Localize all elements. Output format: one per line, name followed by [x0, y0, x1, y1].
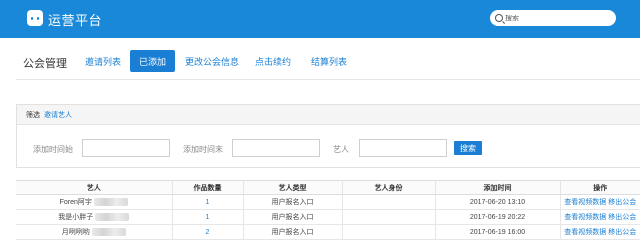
artist-type: 用户报名入口 — [243, 194, 343, 210]
search-box[interactable] — [490, 10, 616, 26]
artist-cell: 月咧咧哟 — [16, 224, 173, 240]
actions-cell: 查看视频数据 移出公会 — [560, 194, 640, 210]
remove-from-guild-link[interactable]: 移出公会 — [608, 214, 636, 221]
logo-icon — [27, 10, 43, 26]
app-brand: 运营平台 — [48, 13, 103, 28]
added-time: 2017-06-19 16:00 — [435, 224, 561, 240]
blurred-id — [91, 228, 126, 237]
artist-identity — [342, 224, 436, 240]
actions-cell: 查看视频数据 移出公会 — [560, 209, 640, 225]
search-icon — [495, 14, 503, 22]
col-added-time[interactable]: 添加时间 — [435, 180, 561, 195]
artist-identity — [342, 209, 436, 225]
blurred-id — [93, 198, 128, 207]
view-video-data-link[interactable]: 查看视频数据 — [564, 214, 606, 221]
artist-name: 我是小胖子 — [58, 214, 94, 221]
artist-label: 艺人 — [333, 145, 349, 154]
works-count[interactable]: 1 — [172, 194, 244, 210]
page-title: 公会管理 — [23, 58, 67, 70]
col-actions: 操作 — [560, 180, 640, 195]
search-button[interactable]: 搜索 — [454, 141, 482, 155]
invite-artist-link[interactable]: 邀请艺人 — [44, 110, 72, 120]
blurred-id — [95, 213, 130, 222]
start-time-label: 添加时间始 — [33, 145, 73, 154]
works-count[interactable]: 2 — [172, 224, 244, 240]
tab-settlement-list[interactable]: 结算列表 — [302, 50, 356, 72]
table-row: 月咧咧哟 2 用户报名入口 2017-06-19 16:00 查看视频数据 移出公… — [16, 224, 640, 240]
artist-input[interactable] — [359, 139, 447, 157]
tab-added[interactable]: 已添加 — [130, 50, 176, 72]
filter-label: 筛选 — [26, 111, 40, 119]
end-time-input[interactable] — [232, 139, 320, 157]
tab-renew[interactable]: 点击续约 — [246, 50, 300, 72]
artist-type: 用户报名入口 — [243, 209, 343, 225]
works-count[interactable]: 1 — [172, 209, 244, 225]
filter-panel: 筛选 邀请艺人 — [16, 104, 640, 168]
view-video-data-link[interactable]: 查看视频数据 — [564, 229, 606, 236]
artist-name: Foren阿宇 — [59, 199, 92, 206]
col-artist-type[interactable]: 艺人类型 — [243, 180, 343, 195]
remove-from-guild-link[interactable]: 移出公会 — [608, 199, 636, 206]
artist-cell: 我是小胖子 — [16, 209, 173, 225]
top-bar: 运营平台 — [0, 0, 640, 38]
view-video-data-link[interactable]: 查看视频数据 — [564, 199, 606, 206]
table-row: 我是小胖子 1 用户报名入口 2017-06-19 20:22 查看视频数据 移出… — [16, 209, 640, 225]
filter-header: 筛选 邀请艺人 — [17, 105, 640, 125]
table-header-row: 艺人 作品数量 艺人类型 艺人身份 添加时间 操作 — [16, 180, 640, 195]
table-row: Foren阿宇 1 用户报名入口 2017-06-20 13:10 查看视频数据… — [16, 194, 640, 210]
col-artist[interactable]: 艺人 — [16, 180, 173, 195]
col-artist-identity[interactable]: 艺人身份 — [342, 180, 436, 195]
col-works[interactable]: 作品数量 — [172, 180, 244, 195]
nav-divider — [16, 79, 640, 80]
artist-name: 月咧咧哟 — [61, 229, 90, 236]
artist-table: 艺人 作品数量 艺人类型 艺人身份 添加时间 操作 Foren阿宇 1 用户报名… — [16, 180, 640, 240]
search-input[interactable] — [505, 14, 605, 22]
added-time: 2017-06-19 20:22 — [435, 209, 561, 225]
start-time-input[interactable] — [82, 139, 170, 157]
tab-invite-list[interactable]: 邀请列表 — [76, 50, 130, 72]
added-time: 2017-06-20 13:10 — [435, 194, 561, 210]
artist-cell: Foren阿宇 — [16, 194, 173, 210]
end-time-label: 添加时间末 — [183, 145, 223, 154]
artist-identity — [342, 194, 436, 210]
tab-edit-guild-info[interactable]: 更改公会信息 — [176, 50, 248, 72]
actions-cell: 查看视频数据 移出公会 — [560, 224, 640, 240]
remove-from-guild-link[interactable]: 移出公会 — [608, 229, 636, 236]
artist-type: 用户报名入口 — [243, 224, 343, 240]
